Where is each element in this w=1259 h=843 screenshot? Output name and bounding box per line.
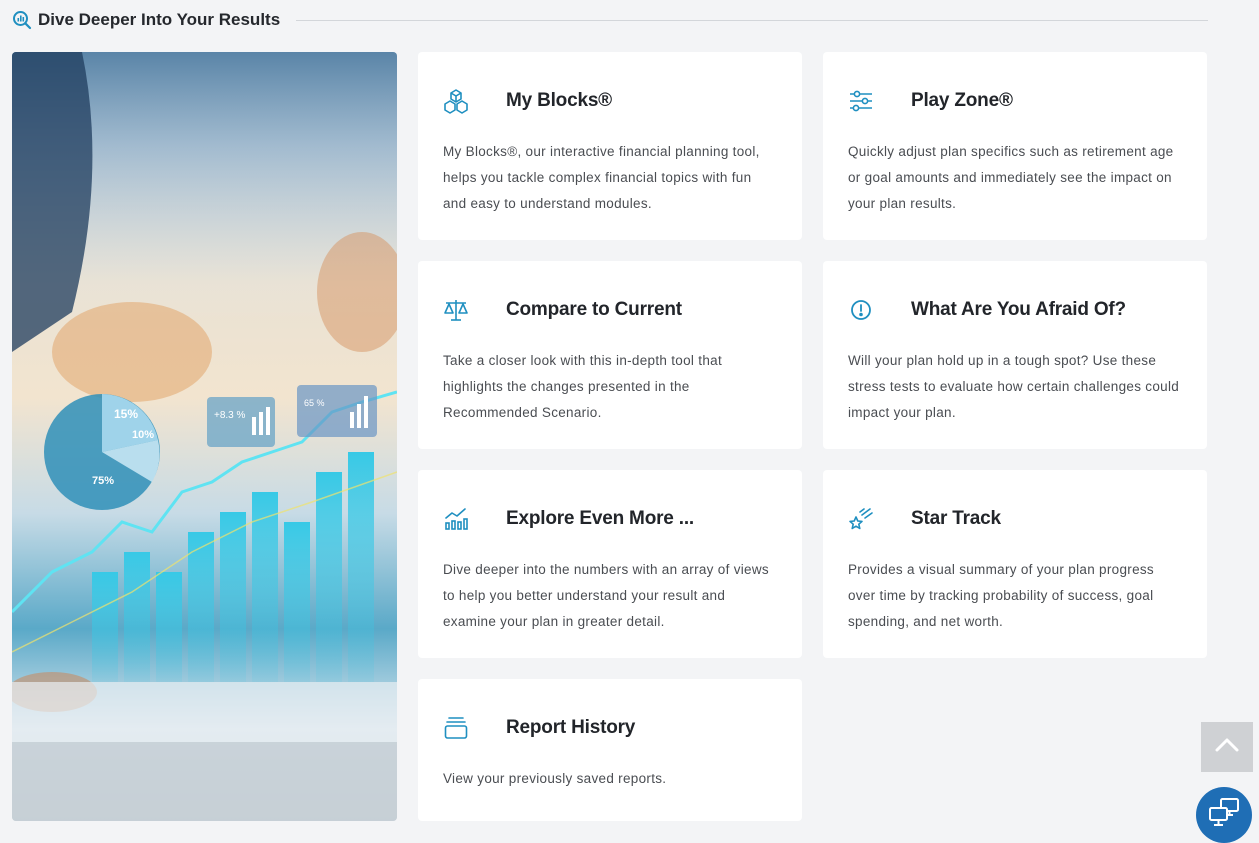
- remote-support-icon: [1207, 796, 1241, 835]
- card-title: Report History: [506, 717, 636, 738]
- card-title: Play Zone®: [911, 90, 1013, 111]
- card-my-blocks[interactable]: My Blocks® My Blocks®, our interactive f…: [418, 52, 802, 240]
- pie-label-75: 75%: [92, 475, 114, 487]
- alert-circle-icon: [848, 297, 874, 323]
- card-description: My Blocks®, our interactive financial pl…: [443, 144, 760, 211]
- card-title: My Blocks®: [506, 90, 612, 111]
- card-star-track[interactable]: Star Track Provides a visual summary of …: [823, 470, 1207, 658]
- section-header: Dive Deeper Into Your Results: [12, 6, 1208, 34]
- balance-scale-icon: [443, 297, 469, 323]
- overlay-label-83: +8.3 %: [214, 410, 246, 421]
- cubes-icon: [443, 88, 469, 114]
- card-description: Quickly adjust plan specifics such as re…: [848, 144, 1174, 211]
- card-what-are-you-afraid-of[interactable]: What Are You Afraid Of? Will your plan h…: [823, 261, 1207, 449]
- scroll-to-top-button[interactable]: [1201, 722, 1253, 772]
- card-description: View your previously saved reports.: [443, 771, 667, 786]
- chevron-up-icon: [1214, 737, 1240, 758]
- card-play-zone[interactable]: Play Zone® Quickly adjust plan specifics…: [823, 52, 1207, 240]
- card-explore-even-more[interactable]: Explore Even More ... Dive deeper into t…: [418, 470, 802, 658]
- card-compare-to-current[interactable]: Compare to Current Take a closer look wi…: [418, 261, 802, 449]
- sliders-icon: [848, 88, 874, 114]
- section-divider: [296, 19, 1208, 21]
- pie-label-10: 10%: [132, 429, 154, 441]
- pie-label-15: 15%: [114, 407, 138, 421]
- card-description: Provides a visual summary of your plan p…: [848, 562, 1154, 629]
- report-stack-icon: [443, 715, 469, 741]
- card-title: Star Track: [911, 508, 1001, 529]
- shooting-star-icon: [848, 506, 874, 532]
- card-report-history[interactable]: Report History View your previously save…: [418, 679, 802, 821]
- overlay-label-65: 65 %: [304, 398, 325, 408]
- pie-graphic: [44, 394, 160, 510]
- card-title: Explore Even More ...: [506, 508, 694, 529]
- card-description: Will your plan hold up in a tough spot? …: [848, 353, 1180, 420]
- section-title: Dive Deeper Into Your Results: [38, 10, 281, 29]
- hero-image: 15% 10% 75% +8.3 % 65 %: [12, 52, 397, 821]
- remote-support-button[interactable]: [1196, 787, 1252, 843]
- card-title: Compare to Current: [506, 299, 682, 320]
- chart-trend-icon: [443, 506, 469, 532]
- chart-search-icon: [12, 10, 32, 30]
- card-description: Dive deeper into the numbers with an arr…: [443, 562, 769, 629]
- card-title: What Are You Afraid Of?: [911, 299, 1126, 320]
- card-description: Take a closer look with this in-depth to…: [443, 353, 722, 420]
